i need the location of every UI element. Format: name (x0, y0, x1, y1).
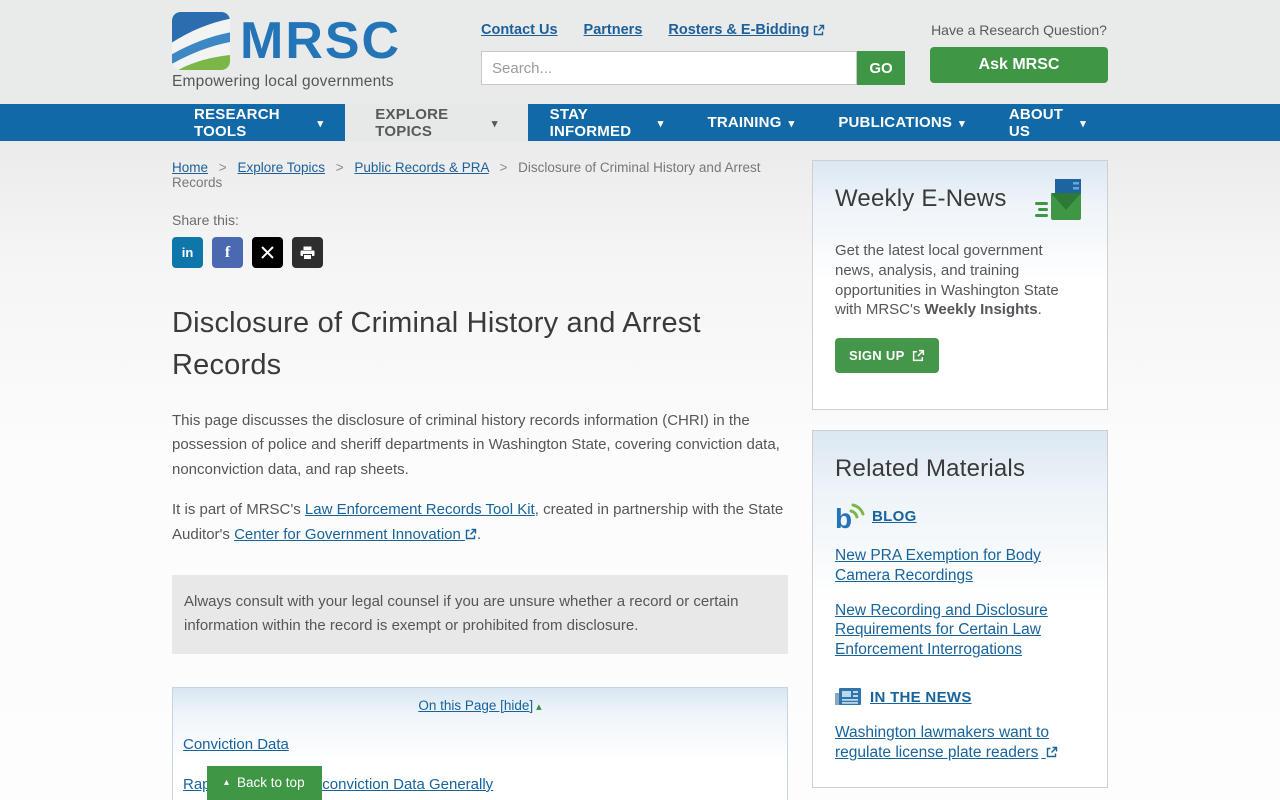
breadcrumb-public-records[interactable]: Public Records & PRA (354, 160, 488, 175)
related-link-body-camera[interactable]: New PRA Exemption for Body Camera Record… (835, 546, 1085, 586)
facebook-icon: f (224, 243, 231, 261)
p2-pre: It is part of MRSC's (172, 501, 305, 519)
chevron-down-icon: ▾ (491, 118, 498, 130)
blog-icon: b (835, 503, 865, 531)
collapse-triangle-icon: ▴ (536, 700, 542, 713)
center-gov-innovation-link[interactable]: Center for Government Innovation (234, 526, 477, 543)
nav-label: STAY INFORMED (549, 105, 632, 140)
chevron-down-icon: ▾ (657, 118, 664, 130)
sign-up-label: SIGN UP (849, 348, 905, 364)
up-triangle-icon: ▴ (224, 777, 230, 788)
logo-tagline: Empowering local governments (172, 73, 394, 90)
external-link-icon (465, 528, 477, 540)
related-link-interrogations[interactable]: New Recording and Disclosure Requirement… (835, 601, 1085, 660)
share-facebook-button[interactable]: f (212, 237, 243, 268)
nav-label: PUBLICATIONS (838, 114, 953, 131)
page-title: Disclosure of Criminal History and Arres… (172, 307, 701, 382)
logo-wordmark: MRSC (240, 12, 402, 70)
contact-us-link[interactable]: Contact Us (481, 22, 558, 38)
p2-link2-label: Center for Government Innovation (234, 526, 461, 544)
related-materials-box: Related Materials b BLOG New PRA Exempti… (812, 430, 1108, 788)
share-this-label: Share this: (172, 212, 239, 228)
nav-stay-informed[interactable]: STAY INFORMED ▾ (528, 104, 686, 141)
toolkit-paragraph: It is part of MRSC's Law Enforcement Rec… (172, 498, 788, 547)
breadcrumb-explore-topics[interactable]: Explore Topics (237, 160, 325, 175)
nav-label: TRAINING (707, 114, 782, 131)
nav-explore-topics[interactable]: EXPLORE TOPICS ▾ (345, 104, 528, 141)
nav-research-tools[interactable]: RESEARCH TOOLS ▾ (172, 104, 345, 141)
research-question-label: Have a Research Question? (931, 22, 1107, 38)
breadcrumb-separator: > (218, 160, 227, 175)
mrsc-logo[interactable]: MRSC Empowering local governments (172, 12, 401, 91)
share-buttons: in f (172, 237, 788, 268)
svg-text:b: b (835, 503, 852, 531)
legal-note-box: Always consult with your legal counsel i… (172, 574, 788, 654)
share-linkedin-button[interactable]: in (172, 237, 203, 268)
utility-nav: Contact Us Partners Rosters & E-Bidding (481, 22, 905, 38)
related-materials-title: Related Materials (835, 455, 1026, 482)
mrsc-logo-icon (172, 12, 230, 70)
search-input[interactable] (481, 51, 857, 85)
nav-label: EXPLORE TOPICS (375, 105, 449, 140)
chevron-down-icon: ▾ (959, 118, 965, 130)
newspaper-icon (835, 688, 861, 706)
nav-label: RESEARCH TOOLS (194, 105, 280, 140)
intro-text: This page discusses the disclosure of cr… (172, 411, 780, 478)
nav-publications[interactable]: PUBLICATIONS ▾ (816, 104, 987, 141)
ask-mrsc-button[interactable]: Ask MRSC (930, 47, 1108, 83)
enews-description: Get the latest local government news, an… (835, 241, 1073, 320)
on-this-page-toggle[interactable]: On this Page [hide] (418, 698, 533, 713)
search-go-button[interactable]: GO (857, 51, 905, 85)
blog-category-link[interactable]: BLOG (872, 508, 917, 525)
law-enforcement-toolkit-link[interactable]: Law Enforcement Records Tool Kit (305, 501, 535, 518)
toc-link-conviction-data[interactable]: Conviction Data (183, 736, 777, 753)
external-link-icon (1046, 746, 1057, 758)
breadcrumb: Home > Explore Topics > Public Records &… (172, 160, 788, 190)
chevron-down-icon: ▾ (317, 118, 324, 130)
nav-training[interactable]: TRAINING ▾ (685, 104, 816, 141)
breadcrumb-separator: > (335, 160, 344, 175)
back-to-top-label: Back to top (237, 775, 305, 790)
article: Disclosure of Criminal History and Arres… (172, 302, 788, 800)
external-link-icon (912, 350, 924, 362)
x-icon (261, 246, 274, 259)
breadcrumb-home[interactable]: Home (172, 160, 208, 175)
linkedin-icon: in (181, 245, 194, 260)
printer-icon (300, 246, 315, 260)
enews-text-end: . (1037, 301, 1042, 319)
enews-text-bold: Weekly Insights (924, 301, 1038, 319)
partners-link[interactable]: Partners (584, 22, 643, 38)
chevron-down-icon: ▾ (1080, 118, 1086, 130)
related-link-license-plate-readers[interactable]: Washington lawmakers want to regulate li… (835, 723, 1085, 763)
chevron-down-icon: ▾ (788, 118, 795, 130)
legal-note-text: Always consult with your legal counsel i… (184, 592, 739, 635)
news-link-label: Washington lawmakers want to regulate li… (835, 724, 1049, 761)
intro-paragraph: This page discusses the disclosure of cr… (172, 409, 788, 483)
main-nav: RESEARCH TOOLS ▾ EXPLORE TOPICS ▾ STAY INF… (0, 104, 1280, 141)
external-link-icon (814, 24, 825, 36)
newsletter-envelope-icon (1035, 179, 1081, 220)
sign-up-button[interactable]: SIGN UP (835, 338, 939, 374)
rosters-label: Rosters & E-Bidding (668, 22, 810, 38)
nav-label: ABOUT US (1008, 105, 1064, 140)
nav-about-us[interactable]: ABOUT US ▾ (987, 104, 1108, 141)
weekly-enews-box: Weekly E-News Get the latest local gover… (812, 160, 1108, 410)
share-x-button[interactable] (252, 237, 283, 268)
in-the-news-category-link[interactable]: IN THE NEWS (870, 689, 972, 706)
site-header: MRSC Empowering local governments Contac… (0, 0, 1280, 104)
rosters-ebidding-link[interactable]: Rosters & E-Bidding (668, 22, 825, 38)
sidebar: Weekly E-News Get the latest local gover… (812, 160, 1108, 800)
back-to-top-button[interactable]: ▴ Back to top (207, 766, 322, 800)
p2-end: . (477, 526, 482, 544)
breadcrumb-separator: > (499, 160, 508, 175)
share-print-button[interactable] (292, 237, 323, 268)
